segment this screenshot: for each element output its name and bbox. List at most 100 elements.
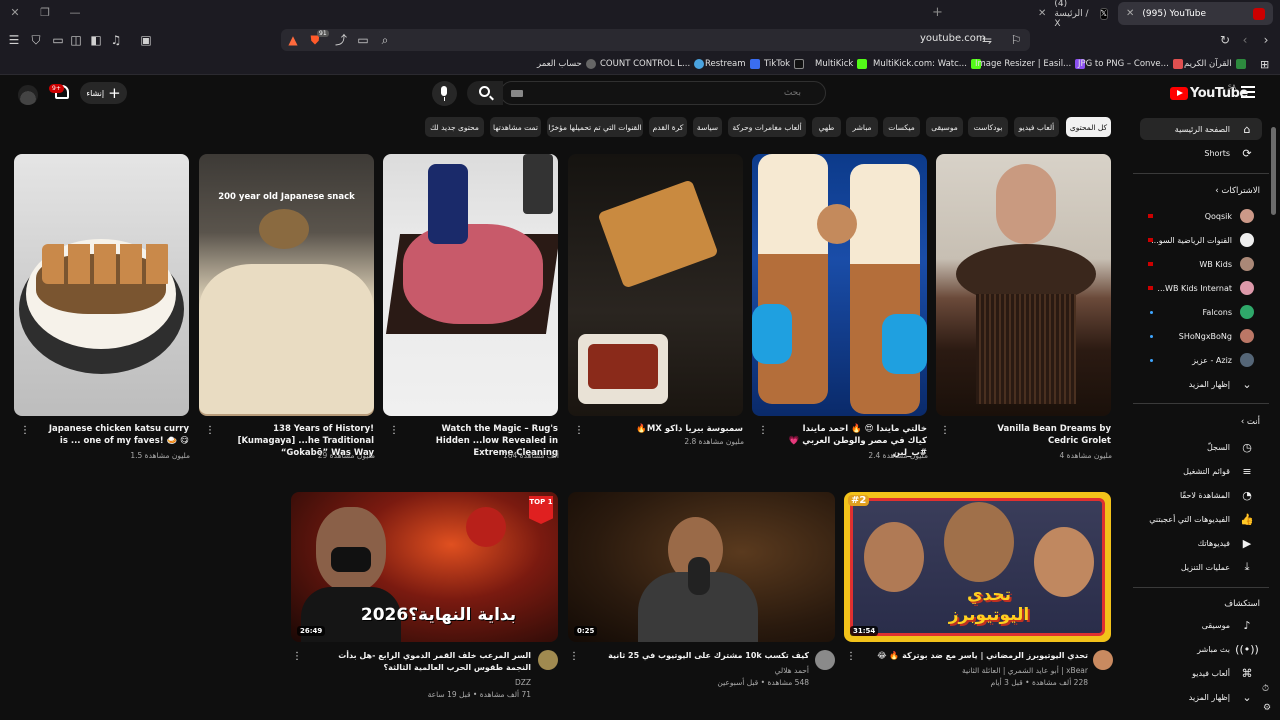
bookmark-item[interactable]: JPG to PNG – Conve... [1078, 57, 1187, 71]
more-options-icon[interactable]: ⋮ [569, 650, 579, 664]
short-thumbnail[interactable] [568, 154, 743, 416]
voice-search-button[interactable] [432, 81, 457, 106]
video-title[interactable]: تحدي اليوتيوبرز الرمضاني | ياسر مع ضد بو… [873, 650, 1088, 662]
chip[interactable]: ميكسات [883, 117, 920, 137]
sidebar-scrollbar[interactable] [1271, 127, 1276, 215]
channel-avatar[interactable] [815, 650, 835, 670]
short-thumbnail[interactable] [383, 154, 558, 416]
sidebar-item-shorts[interactable]: ⟳ Shorts [1140, 142, 1262, 164]
brave-rewards-icon[interactable]: ▲ [285, 32, 301, 48]
bookmark-item[interactable]: TikTok [764, 57, 808, 71]
close-icon[interactable]: ✕ [1038, 8, 1046, 19]
forward-icon[interactable]: › [1258, 32, 1274, 48]
channel-avatar[interactable] [538, 650, 558, 670]
close-window-icon[interactable]: ✕ [8, 6, 22, 20]
more-options-icon[interactable]: ⋮ [292, 650, 302, 664]
sidebar-item-live[interactable]: ((•)) بث مباشر [1140, 638, 1262, 660]
chip[interactable]: ألعاب فيديو [1014, 117, 1059, 137]
sidebar-show-more[interactable]: ⌄ إظهار المزيد [1140, 373, 1262, 395]
chip[interactable]: بودكاست [968, 117, 1008, 137]
mouse-icon[interactable]: ⏱ [1262, 684, 1272, 696]
more-options-icon[interactable]: ⋮ [389, 424, 399, 438]
search-button[interactable] [467, 81, 503, 105]
reload-icon[interactable]: ↻ [1217, 32, 1233, 48]
chip[interactable]: سياسة [693, 117, 722, 137]
channel-name[interactable]: أحمد هلالي [594, 665, 809, 676]
new-tab-button[interactable]: + [932, 5, 943, 20]
chip[interactable]: موسيقى [926, 117, 963, 137]
address-bar[interactable]: ▲ ⛊ 91 ⤴ ▭ ⌕ ⇋ ⚐ [281, 29, 1030, 51]
search-box[interactable] [500, 81, 826, 105]
keyboard-icon[interactable] [511, 90, 523, 97]
bookmark-icon[interactable]: ⚐ [1008, 32, 1024, 48]
chip[interactable]: محتوى جديد لك [425, 117, 484, 137]
short-thumbnail[interactable] [752, 154, 927, 416]
bookmark-item[interactable]: Image Resizer | Easil... [975, 57, 1089, 71]
menu-icon[interactable]: ☰ [6, 32, 22, 48]
restore-window-icon[interactable]: ❐ [38, 6, 52, 20]
sidebar-item-music[interactable]: ♪ موسيقى [1140, 614, 1262, 636]
sidebar-item-subscription[interactable]: Aziz - عزيز [1140, 349, 1262, 371]
chip[interactable]: كرة القدم [649, 117, 687, 137]
you-heading[interactable]: أنت › [1140, 417, 1264, 427]
video-title[interactable]: السر المرعب خلف القمر الدموي الرابع -هل … [316, 650, 531, 674]
sidebar-item-subscription[interactable]: WB Kids [1140, 253, 1262, 275]
more-options-icon[interactable]: ⋮ [20, 424, 30, 438]
sidebar-item-downloads[interactable]: ⤓ عمليات التنزيل [1140, 556, 1262, 578]
sidebar-item-subscription[interactable]: Falcons [1140, 301, 1262, 323]
tabs-icon[interactable]: ◫ [68, 32, 84, 48]
minimize-window-icon[interactable]: — [68, 6, 82, 20]
share-icon[interactable]: ⤴ [333, 32, 349, 48]
video-title[interactable]: كيف تكسب 10k مشترك على اليوتيوب في 25 ثا… [594, 650, 809, 662]
search-input[interactable] [531, 82, 811, 104]
channel-avatar[interactable] [1093, 650, 1113, 670]
sidebar-item-subscription[interactable]: SHoNgxBoNg [1140, 325, 1262, 347]
sidebar-item-history[interactable]: ◷ السجلّ [1140, 436, 1262, 458]
create-button[interactable]: إنشاء + [80, 82, 127, 104]
more-options-icon[interactable]: ⋮ [574, 424, 584, 438]
sidebar-show-more-2[interactable]: ⌄ إظهار المزيد [1140, 686, 1262, 708]
short-thumbnail[interactable] [936, 154, 1111, 416]
chip[interactable]: ألعاب مغامرات وحركة [728, 117, 806, 137]
shield-icon[interactable]: ⛉ [28, 32, 44, 48]
settings-icon[interactable]: ⚙ [1263, 703, 1273, 713]
tab-youtube[interactable]: ✕ (995) YouTube [1118, 2, 1273, 25]
bookmark-item[interactable]: القرآن الكريم [1184, 57, 1250, 71]
short-thumbnail[interactable] [14, 154, 189, 416]
reader-mode-icon[interactable]: ▭ [355, 32, 371, 48]
wallet-icon[interactable]: ▭ [50, 32, 66, 48]
youtube-logo[interactable]: YouTube SA [1170, 84, 1248, 101]
music-icon[interactable]: ♫ [108, 32, 124, 48]
channel-name[interactable]: xBear | أبو عايد الشمري | العائلة الثاني… [873, 665, 1088, 676]
bookmark-item[interactable]: MultiKick.com: Watc... [873, 57, 985, 71]
all-bookmarks-icon[interactable]: ⊞ [1260, 57, 1269, 71]
short-thumbnail[interactable]: 200 year old Japanese snack [199, 154, 374, 416]
video-thumbnail[interactable]: #2 تحدي اليوتيوبرز 31:54 [844, 492, 1111, 642]
short-title[interactable]: سمبوسة بيريا داكو MX🔥 [598, 423, 743, 435]
chip[interactable]: تمت مشاهدتها [490, 117, 541, 137]
bookmark-item[interactable]: COUNT CONTROL L... [600, 57, 708, 71]
video-thumbnail[interactable]: 0:25 [568, 492, 835, 642]
bookmark-item[interactable]: Restream [705, 57, 764, 71]
chip-all[interactable]: كل المحتوى [1066, 117, 1111, 137]
chip[interactable]: طهي [812, 117, 841, 137]
search-icon[interactable]: ⌕ [377, 32, 393, 48]
sidebar-item-subscription[interactable]: القنوات الرياضية السو... [1140, 229, 1262, 251]
sidebar-item-subscription[interactable]: Qoqsik [1140, 205, 1262, 227]
short-title[interactable]: Japanese chicken katsu curry is ... one … [44, 423, 189, 447]
sidebar-item-your-videos[interactable]: ▶ فيديوهاتك [1140, 532, 1262, 554]
sidebar-item-playlists[interactable]: ≡ قوائم التشغيل [1140, 460, 1262, 482]
chip[interactable]: القنوات التي تم تحميلها مؤخرًا [547, 117, 643, 137]
account-avatar[interactable] [18, 85, 38, 105]
close-icon[interactable]: ✕ [1126, 8, 1134, 19]
more-options-icon[interactable]: ⋮ [940, 424, 950, 438]
back-icon[interactable]: ‹ [1237, 32, 1253, 48]
sidebar-item-home[interactable]: ⌂ الصفحة الرئيسية [1140, 118, 1262, 140]
screenshot-icon[interactable]: ▣ [138, 32, 154, 48]
subscriptions-heading[interactable]: الاشتراكات › [1140, 186, 1264, 196]
tab-x[interactable]: ✕ (4) الرئيسة / X 𝕏 [1030, 0, 1116, 29]
bookmark-item[interactable]: MultiKick [815, 57, 871, 71]
sidebar-item-watch-later[interactable]: ◔ المشاهدة لاحقًا [1140, 484, 1262, 506]
more-options-icon[interactable]: ⋮ [846, 650, 856, 664]
video-thumbnail[interactable]: TOP 1 بداية النهاية؟2026 26:49 [291, 492, 558, 642]
